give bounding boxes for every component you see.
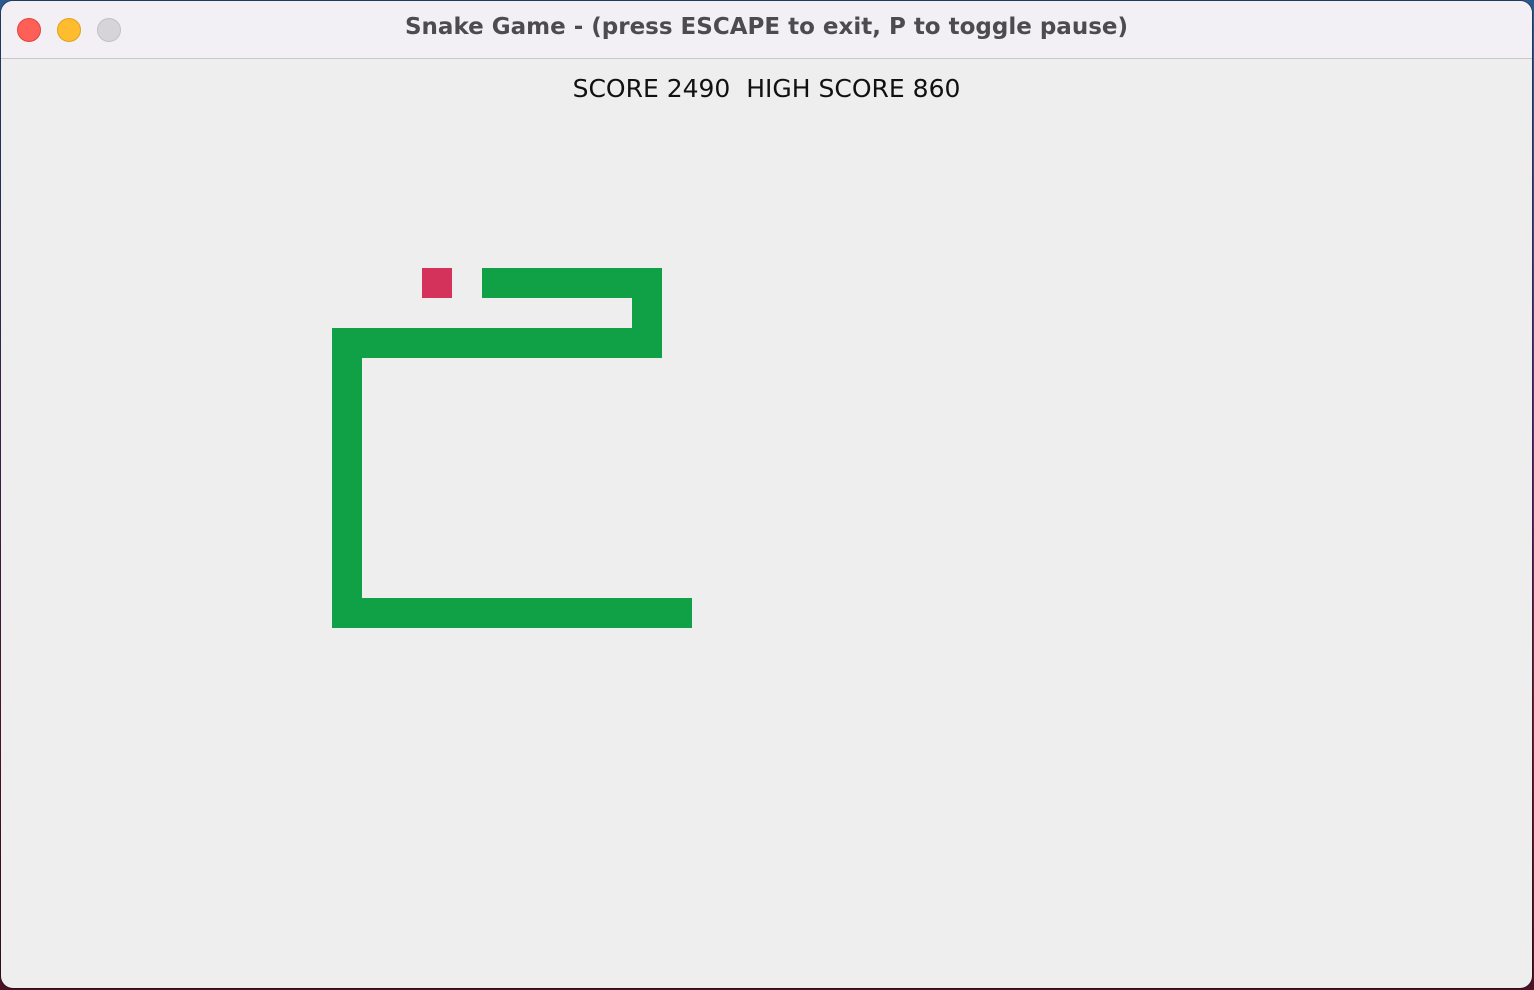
snake-segment bbox=[512, 598, 542, 628]
snake-segment bbox=[572, 268, 602, 298]
snake-segment bbox=[332, 328, 362, 358]
snake-segment bbox=[332, 538, 362, 568]
snake-segment bbox=[452, 598, 482, 628]
snake-segment bbox=[632, 598, 662, 628]
snake-segment bbox=[662, 598, 692, 628]
snake-segment bbox=[512, 328, 542, 358]
snake-segment bbox=[422, 328, 452, 358]
snake-segment bbox=[392, 598, 422, 628]
food-pellet bbox=[422, 268, 452, 298]
snake-segment bbox=[482, 328, 512, 358]
snake-segment bbox=[332, 568, 362, 598]
snake-segment bbox=[542, 268, 572, 298]
snake-segment bbox=[632, 298, 662, 328]
snake-segment bbox=[572, 598, 602, 628]
snake-segment bbox=[602, 598, 632, 628]
snake-segment bbox=[332, 388, 362, 418]
snake-segment bbox=[512, 268, 542, 298]
snake-segment bbox=[332, 358, 362, 388]
snake-segment bbox=[452, 328, 482, 358]
game-window: Snake Game - (press ESCAPE to exit, P to… bbox=[1, 1, 1532, 988]
snake-segment bbox=[542, 598, 572, 628]
snake-segment bbox=[362, 598, 392, 628]
snake-segment bbox=[632, 268, 662, 298]
snake-segment bbox=[632, 328, 662, 358]
snake-segment bbox=[422, 598, 452, 628]
snake-segment bbox=[482, 268, 512, 298]
snake-segment bbox=[602, 268, 632, 298]
snake-segment bbox=[392, 328, 422, 358]
snake-segment bbox=[362, 328, 392, 358]
snake-segment bbox=[332, 418, 362, 448]
snake-segment bbox=[602, 328, 632, 358]
snake-segment bbox=[572, 328, 602, 358]
snake-segment bbox=[482, 598, 512, 628]
snake-segment bbox=[542, 328, 572, 358]
game-board[interactable] bbox=[1, 1, 1532, 988]
snake-segment bbox=[332, 508, 362, 538]
snake-segment bbox=[332, 448, 362, 478]
snake-segment bbox=[332, 598, 362, 628]
snake-segment bbox=[332, 478, 362, 508]
